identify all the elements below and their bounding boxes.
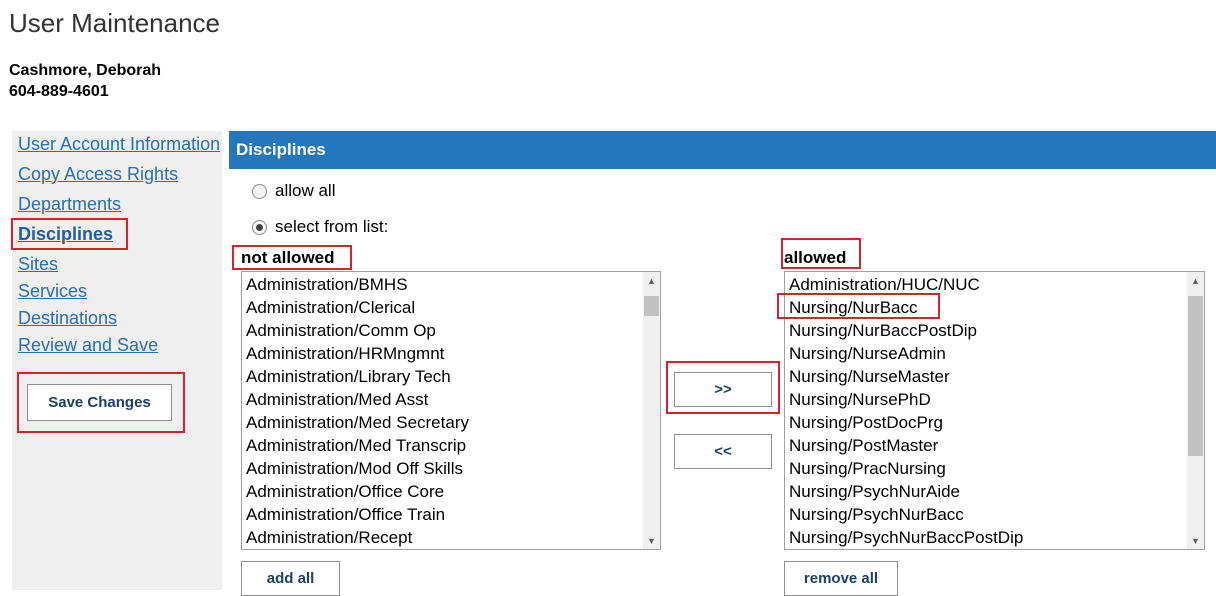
not-allowed-scrollbar[interactable]: ▲ ▼	[643, 272, 660, 549]
allowed-scroll-thumb[interactable]	[1188, 296, 1203, 456]
list-item[interactable]: Administration/Med Asst	[242, 388, 643, 411]
sidebar-item-services[interactable]: Services	[18, 281, 87, 302]
user-name: Cashmore, Deborah	[9, 62, 162, 79]
allow-all-option[interactable]: allow all	[252, 181, 335, 201]
sidebar-item-sites[interactable]: Sites	[18, 254, 58, 275]
save-changes-highlight	[17, 372, 185, 433]
list-item[interactable]: Nursing/PsychNurAide	[785, 480, 1187, 503]
sidebar-item-destinations[interactable]: Destinations	[18, 308, 117, 329]
disciplines-highlight	[11, 218, 128, 250]
scroll-down-icon[interactable]: ▼	[643, 532, 660, 549]
select-from-list-radio[interactable]	[252, 219, 267, 235]
select-from-list-label: select from list:	[275, 217, 389, 236]
list-item[interactable]: Nursing/PsychNurBacc	[785, 503, 1187, 526]
list-item[interactable]: Administration/Comm Op	[242, 319, 643, 342]
list-item[interactable]: Administration/BMHS	[242, 273, 643, 296]
list-item[interactable]: Administration/Clerical	[242, 296, 643, 319]
select-from-list-option[interactable]: select from list:	[252, 217, 388, 237]
list-item[interactable]: Nursing/PostDocPrg	[785, 411, 1187, 434]
list-item[interactable]: Administration/Mod Off Skills	[242, 457, 643, 480]
list-item[interactable]: Nursing/PsychNurBaccPostDip	[785, 526, 1187, 549]
list-item[interactable]: Administration/Office Train	[242, 503, 643, 526]
list-item[interactable]: Nursing/NurBaccPostDip	[785, 319, 1187, 342]
remove-all-button[interactable]: remove all	[784, 561, 898, 596]
scroll-up-icon[interactable]: ▲	[643, 272, 660, 289]
scroll-up-icon[interactable]: ▲	[1187, 272, 1204, 289]
not-allowed-highlight	[232, 245, 352, 270]
move-right-highlight	[666, 361, 780, 414]
disciplines-panel-header: Disciplines	[229, 131, 1216, 169]
list-item[interactable]: Administration/Med Secretary	[242, 411, 643, 434]
list-item[interactable]: Nursing/NursePhD	[785, 388, 1187, 411]
allowed-highlight	[781, 238, 861, 269]
user-phone: 604-889-4601	[9, 83, 109, 100]
list-item[interactable]: Nursing/PostMaster	[785, 434, 1187, 457]
list-item[interactable]: Nursing/NurseAdmin	[785, 342, 1187, 365]
list-item[interactable]: Administration/Library Tech	[242, 365, 643, 388]
list-item[interactable]: Nursing/NurseMaster	[785, 365, 1187, 388]
list-item[interactable]: Administration/Office Core	[242, 480, 643, 503]
allow-all-radio[interactable]	[252, 183, 267, 199]
list-item[interactable]: Administration/HRMngmnt	[242, 342, 643, 365]
add-all-button[interactable]: add all	[241, 561, 340, 596]
sidebar-item-review-and-save[interactable]: Review and Save	[18, 335, 158, 356]
sidebar-item-user-account-information[interactable]: User Account Information	[18, 134, 220, 155]
list-item[interactable]: Administration/Recept	[242, 526, 643, 549]
not-allowed-scroll-thumb[interactable]	[644, 296, 659, 316]
move-left-button[interactable]: <<	[674, 434, 772, 469]
allowed-scrollbar[interactable]: ▲ ▼	[1187, 272, 1204, 549]
sidebar-item-departments[interactable]: Departments	[18, 194, 121, 215]
list-item[interactable]: Nursing/PracNursing	[785, 457, 1187, 480]
not-allowed-listbox[interactable]: Administration/BMHS Administration/Cleric…	[241, 271, 661, 550]
nurbacc-highlight	[777, 293, 940, 319]
list-item[interactable]: Administration/Med Transcrip	[242, 434, 643, 457]
sidebar-nav: User Account Information Copy Access Rig…	[12, 131, 222, 590]
allow-all-label: allow all	[275, 181, 336, 200]
sidebar-item-copy-access-rights[interactable]: Copy Access Rights	[18, 164, 178, 185]
page-title: User Maintenance	[9, 8, 220, 38]
scroll-down-icon[interactable]: ▼	[1187, 532, 1204, 549]
